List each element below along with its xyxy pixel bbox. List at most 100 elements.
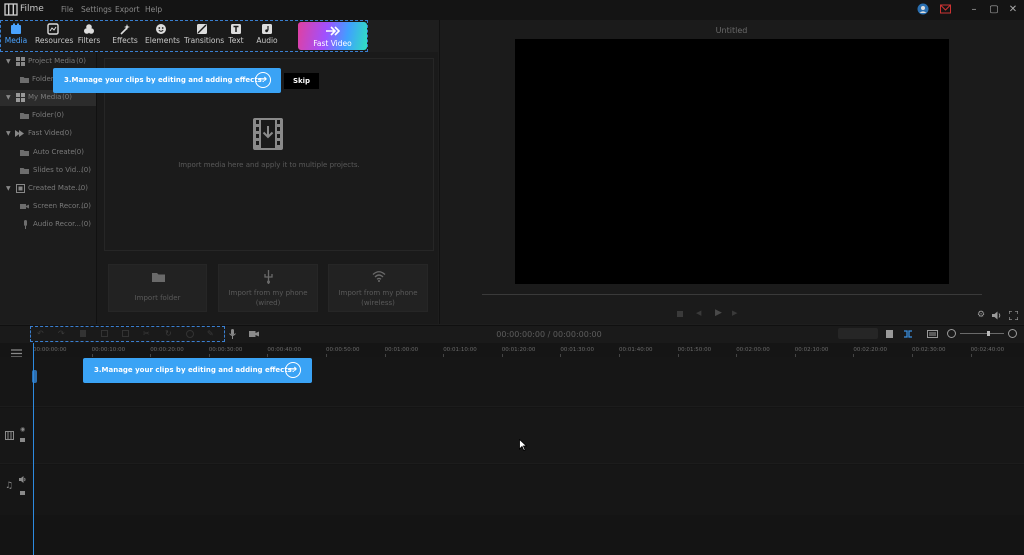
undo-icon[interactable]: ↶	[37, 329, 44, 338]
fast-video-button[interactable]: Fast Video	[298, 22, 367, 50]
next-step-arrow-icon[interactable]: →	[255, 72, 271, 88]
next-frame-icon[interactable]: ▶	[732, 309, 737, 317]
zoom-out-icon[interactable]	[947, 329, 956, 338]
keyboard-icon[interactable]	[927, 330, 938, 338]
filme-logo-icon	[4, 3, 18, 16]
microphone-record-icon[interactable]	[229, 329, 236, 339]
webcam-record-icon[interactable]	[249, 330, 259, 338]
sidebar-item-count: (0)	[81, 202, 91, 210]
fast-video-label: Fast Video	[313, 39, 352, 48]
zoom-in-icon[interactable]	[1008, 329, 1017, 338]
tab-audio[interactable]: Audio	[255, 22, 279, 50]
redo-icon[interactable]: ↷	[58, 329, 65, 338]
crop-icon[interactable]	[101, 330, 108, 337]
speed-icon[interactable]	[186, 330, 194, 338]
sidebar-item-my-media-folder[interactable]: Folder (0)	[0, 108, 96, 124]
video-track-icon	[5, 431, 14, 440]
sidebar-item-audio-record[interactable]: Audio Recor... (0)	[0, 217, 96, 233]
sidebar-item-fast-video[interactable]: ▼ Fast Video (0)	[0, 126, 96, 142]
tab-transitions[interactable]: Transitions	[184, 22, 225, 50]
ruler-tick-label: 00:02:40:00	[970, 347, 1005, 353]
edit-pencil-icon[interactable]: ✎	[207, 329, 214, 338]
ruler-tick-label: 00:02:20:00	[853, 347, 887, 353]
sidebar-item-label: Screen Recor...	[33, 202, 86, 210]
marker-icon[interactable]	[886, 330, 893, 338]
tab-effects[interactable]: Effects	[112, 22, 138, 50]
settings-icon[interactable]: ⚙	[977, 310, 985, 320]
ruler-tick-label: 00:02:00:00	[736, 347, 770, 353]
ruler-tick-label: 00:00:50:00	[326, 347, 360, 353]
sidebar-item-label: Created Mate...	[28, 184, 82, 192]
camera-icon	[20, 204, 29, 209]
sidebar-item-auto-create[interactable]: Auto Create (0)	[0, 145, 96, 161]
tab-media[interactable]: Media	[3, 22, 29, 50]
zoom-slider[interactable]	[960, 333, 1004, 334]
import-phone-wired-label: Import from my phone (wired)	[228, 289, 308, 307]
import-folder-label: Import folder	[134, 294, 181, 302]
split-icon[interactable]	[122, 330, 129, 337]
fullscreen-icon[interactable]	[1009, 311, 1018, 320]
menu-file[interactable]: File	[61, 5, 74, 14]
skip-button[interactable]: Skip	[284, 73, 319, 89]
effects-icon	[120, 24, 130, 35]
maximize-icon[interactable]: ▢	[987, 3, 1001, 17]
track-visibility-icon[interactable]: ◉	[20, 426, 25, 433]
sidebar-item-slides-to-video[interactable]: Slides to Vid... (0)	[0, 163, 96, 179]
tab-text[interactable]: Text	[226, 22, 246, 50]
track-mute-icon[interactable]	[19, 476, 27, 483]
sidebar-item-label: My Media	[28, 93, 62, 101]
zoom-slider-handle[interactable]	[987, 331, 990, 336]
tab-elements[interactable]: Elements	[145, 22, 180, 50]
sidebar-item-count: (0)	[78, 184, 88, 192]
track-lock-icon[interactable]	[20, 491, 25, 495]
playhead[interactable]	[33, 343, 34, 555]
tab-transitions-label: Transitions	[184, 36, 225, 45]
volume-icon[interactable]	[992, 311, 1002, 320]
cut-icon[interactable]: ✂	[143, 329, 150, 338]
import-phone-wired-tile[interactable]: Import from my phone (wired)	[218, 264, 318, 312]
previous-frame-icon[interactable]: ◀	[696, 309, 701, 317]
audio-track[interactable]	[0, 465, 1024, 515]
rotate-icon[interactable]: ↻	[165, 329, 172, 338]
minimize-icon[interactable]: –	[967, 3, 981, 17]
play-icon[interactable]: ▶	[715, 308, 722, 318]
stop-icon[interactable]	[677, 311, 683, 317]
tab-elements-label: Elements	[145, 36, 180, 45]
export-button[interactable]	[838, 328, 878, 339]
tab-filters[interactable]: Filters	[76, 22, 102, 50]
next-step-arrow-icon[interactable]: →	[285, 362, 301, 378]
menu-help[interactable]: Help	[145, 5, 162, 14]
sidebar-item-screen-record[interactable]: Screen Recor... (0)	[0, 199, 96, 215]
transitions-icon	[197, 24, 207, 34]
tab-resources-label: Resources	[35, 36, 74, 45]
sidebar-item-label: Auto Create	[33, 148, 75, 156]
timecode-display: 00:00:00:00 / 00:00:00:00	[496, 330, 602, 339]
close-icon[interactable]: ✕	[1006, 3, 1020, 17]
ruler-tick-label: 00:00:30:00	[208, 347, 243, 353]
snap-icon[interactable]	[903, 330, 913, 338]
import-folder-tile[interactable]: Import folder	[108, 264, 207, 312]
sidebar-item-label: Folder	[32, 75, 54, 83]
folder-icon	[20, 77, 29, 83]
import-phone-wireless-tile[interactable]: Import from my phone (wireless)	[328, 264, 428, 312]
sidebar-item-count: (0)	[76, 57, 86, 65]
preview-screen	[515, 39, 949, 284]
mouse-cursor-icon	[519, 439, 527, 451]
audio-icon	[262, 24, 272, 34]
grid-icon	[16, 57, 25, 66]
mail-icon[interactable]	[940, 4, 951, 14]
sidebar-item-count: (0)	[81, 220, 91, 228]
app-name: Filme	[20, 4, 44, 14]
preview-progress-bar[interactable]	[482, 294, 982, 295]
account-icon[interactable]	[917, 3, 929, 15]
video-track[interactable]	[0, 408, 1024, 464]
sidebar-item-label: Audio Recor...	[33, 220, 82, 228]
menu-export[interactable]: Export	[115, 5, 140, 14]
delete-icon[interactable]	[80, 330, 86, 337]
media-icon	[11, 23, 21, 34]
menu-settings[interactable]: Settings	[81, 5, 112, 14]
expand-triangle-icon: ▼	[6, 58, 11, 65]
track-lock-icon[interactable]	[20, 438, 25, 442]
tab-resources[interactable]: Resources	[35, 22, 74, 50]
sidebar-item-created-materials[interactable]: ▼ Created Mate... (0)	[0, 181, 96, 197]
